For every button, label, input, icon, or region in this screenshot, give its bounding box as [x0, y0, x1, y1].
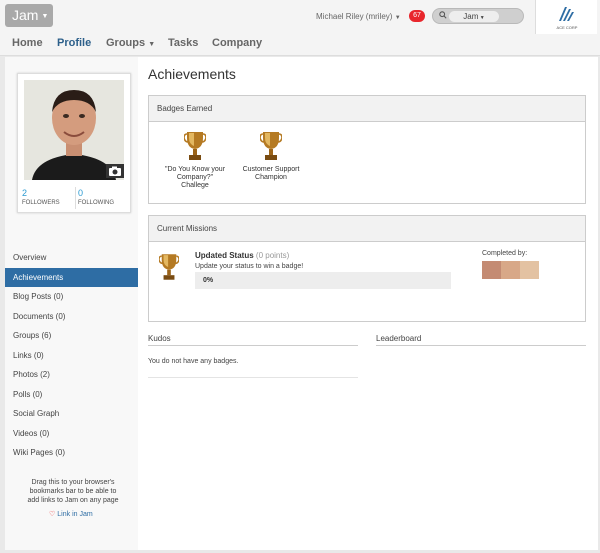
mission-description: Update your status to win a badge!: [195, 263, 304, 270]
search-scope-select[interactable]: Jam ▼: [449, 11, 499, 22]
notification-badge[interactable]: 67: [409, 10, 425, 22]
bookmarklet-hint: Drag this to your browser's bookmarks ba…: [27, 479, 119, 504]
link-in-jam-bookmarklet[interactable]: ♡ Link in Jam: [49, 510, 93, 518]
progress-label: 0%: [203, 277, 214, 284]
badge-label: Customer Support Champion: [242, 166, 300, 181]
sidebar-item-social-graph[interactable]: Social Graph: [5, 404, 138, 424]
nav-profile[interactable]: Profile: [57, 37, 91, 49]
sidebar-item-overview[interactable]: Overview: [5, 248, 138, 268]
mission-points: (0 points): [255, 251, 290, 260]
nav-groups[interactable]: Groups ▼: [106, 37, 155, 49]
main-content: Achievements Badges Earned "Do You Know …: [138, 57, 598, 550]
app-label: Jam: [12, 7, 39, 23]
mission-progress-bar: 0%: [195, 272, 451, 289]
sidebar-item-videos[interactable]: Videos (0): [5, 424, 138, 444]
leaderboard-header: Leaderboard: [376, 334, 586, 346]
link-in-jam-label: Link in Jam: [57, 511, 93, 518]
sidebar-item-blog-posts[interactable]: Blog Posts (0): [5, 287, 138, 307]
chevron-down-icon: ▼: [394, 15, 401, 21]
sidebar-item-achievements[interactable]: Achievements: [5, 267, 138, 287]
stat-divider: [75, 187, 76, 209]
chevron-down-icon: ▼: [148, 41, 156, 48]
page-title: Achievements: [148, 66, 236, 82]
nav-company[interactable]: Company: [212, 37, 262, 49]
mission-title: Updated Status (0 points): [195, 251, 289, 260]
chevron-down-icon: ▼: [41, 12, 49, 20]
profile-card: 2 FOLLOWERS 0 FOLLOWING: [17, 73, 131, 213]
sidebar-item-groups[interactable]: Groups (6): [5, 326, 138, 346]
sidebar-item-wiki-pages[interactable]: Wiki Pages (0): [5, 443, 138, 463]
trophy-icon: [184, 132, 206, 160]
main-nav: Home Profile Groups ▼ Tasks Company: [0, 34, 600, 56]
chevron-down-icon: ▼: [478, 15, 485, 21]
kudos-header: Kudos: [148, 334, 358, 346]
nav-home[interactable]: Home: [12, 37, 43, 49]
nav-groups-label: Groups: [106, 37, 146, 49]
user-name: Michael Riley (mriley): [316, 12, 393, 21]
avatar[interactable]: [520, 261, 539, 279]
top-bar: Jam ▼ Michael Riley (mriley) ▼ 67 Jam ▼ A…: [0, 0, 600, 34]
logo-text: ACE CORP: [556, 25, 578, 30]
badge-item[interactable]: "Do You Know your Company?" Challege: [163, 130, 227, 190]
missions-panel: Current Missions Updated Status (0 point…: [148, 215, 586, 322]
avatar[interactable]: [501, 261, 520, 279]
followers-label: FOLLOWERS: [22, 200, 60, 206]
sidebar-item-polls[interactable]: Polls (0): [5, 385, 138, 405]
missions-header: Current Missions: [149, 216, 585, 242]
badge-label: "Do You Know your Company?" Challege: [164, 166, 226, 189]
trophy-icon: [260, 132, 282, 160]
divider: [148, 377, 358, 378]
sidebar-item-links[interactable]: Links (0): [5, 346, 138, 366]
avatar[interactable]: [482, 261, 501, 279]
kudos-empty-text: You do not have any badges.: [148, 358, 239, 365]
sidebar-item-photos[interactable]: Photos (2): [5, 365, 138, 385]
followers-count[interactable]: 2: [22, 188, 27, 198]
sidebar: 2 FOLLOWERS 0 FOLLOWING Overview Achieve…: [5, 57, 138, 550]
search-scope-label: Jam: [463, 12, 479, 21]
search-input[interactable]: Jam ▼: [432, 8, 524, 24]
nav-tasks[interactable]: Tasks: [168, 37, 198, 49]
app-menu-button[interactable]: Jam ▼: [5, 4, 53, 27]
logo-mark-icon: [559, 7, 574, 21]
badge-item[interactable]: Customer Support Champion: [239, 130, 303, 182]
following-count[interactable]: 0: [78, 188, 83, 198]
badges-header: Badges Earned: [149, 96, 585, 122]
mission-title-text: Updated Status: [195, 251, 254, 260]
heart-icon: ♡: [49, 511, 56, 518]
company-logo: ACE CORP: [535, 0, 597, 34]
badges-panel: Badges Earned "Do You Know your Company?…: [148, 95, 586, 204]
following-label: FOLLOWING: [78, 200, 115, 206]
profile-menu: Overview Achievements Blog Posts (0) Doc…: [5, 248, 138, 463]
sidebar-item-documents[interactable]: Documents (0): [5, 307, 138, 327]
camera-icon[interactable]: [106, 164, 124, 178]
completed-by-avatars: [482, 261, 540, 279]
user-menu[interactable]: Michael Riley (mriley) ▼: [316, 12, 401, 21]
search-icon: [439, 11, 447, 19]
completed-by-label: Completed by:: [482, 250, 528, 257]
trophy-icon: [159, 254, 179, 280]
